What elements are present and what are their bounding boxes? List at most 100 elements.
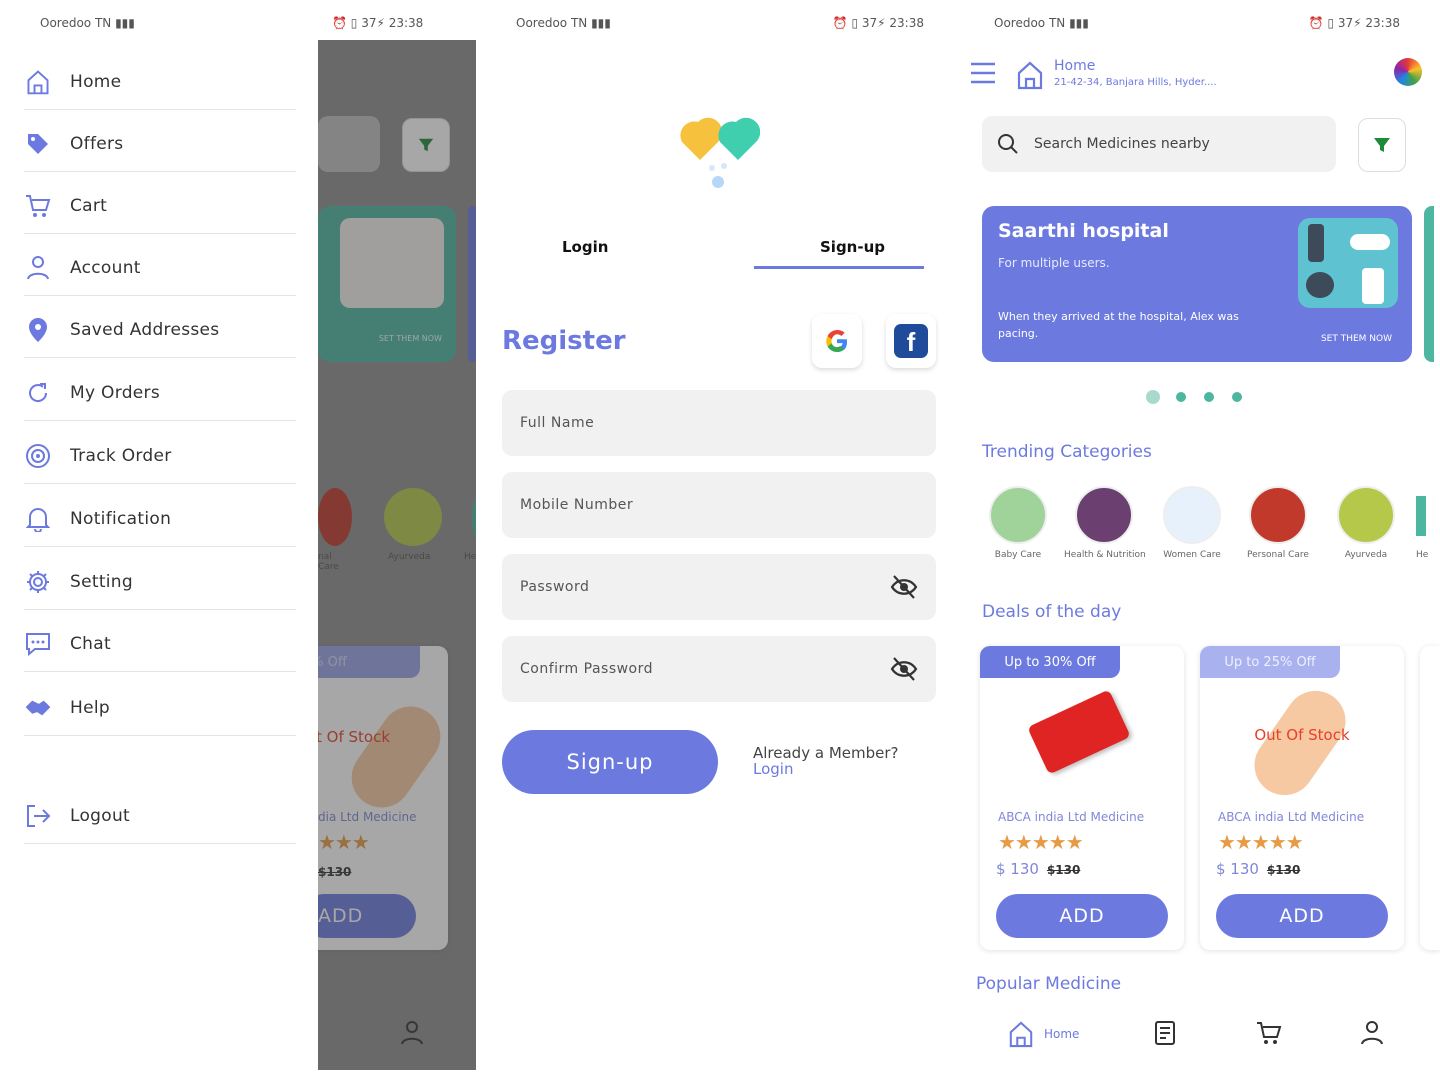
eye-off-icon[interactable] (890, 656, 918, 682)
next-deal-card-edge (1420, 646, 1440, 950)
drawer-item-setting[interactable]: Setting (24, 554, 296, 610)
rating-stars: ★★★★★ (1218, 830, 1304, 854)
orders-icon (1155, 1021, 1175, 1045)
header-address[interactable]: 21-42-34, Banjara Hills, Hyder.... (1054, 77, 1217, 88)
drawer-item-help[interactable]: Help (24, 680, 296, 736)
bell-icon (24, 505, 52, 533)
banner-text: When they arrived at the hospital, Alex … (998, 310, 1239, 340)
logout-button[interactable]: Logout (24, 788, 296, 844)
home-icon (1016, 60, 1044, 94)
google-icon (826, 329, 847, 352)
drawer-item-cart[interactable]: Cart (24, 178, 296, 234)
deal-card[interactable]: Up to 25% Off Out Of Stock ABCA india Lt… (1200, 646, 1404, 950)
chat-icon (24, 630, 52, 658)
category-label: Baby Care (994, 550, 1042, 560)
category-personal-care[interactable]: Personal Care (1238, 486, 1318, 560)
status-time: ⏰ ▯ 37⚡ 23:38 (1308, 16, 1400, 30)
full-name-placeholder: Full Name (520, 415, 595, 431)
carrier-label: Ooredoo TN ▮▮▮ (994, 16, 1089, 30)
out-of-stock-label: Out Of Stock (1254, 726, 1350, 744)
carrier-label: Ooredoo TN ▮▮▮ (40, 16, 135, 30)
drawer-item-label: Offers (70, 133, 124, 154)
baby-care-image (989, 486, 1047, 544)
facebook-icon: f (894, 324, 928, 358)
facebook-login-button[interactable]: f (886, 314, 936, 368)
drawer-item-account[interactable]: Account (24, 240, 296, 296)
drawer-item-label: Account (70, 257, 141, 278)
category-label: He (1416, 550, 1429, 560)
mobile-number-field[interactable]: Mobile Number (502, 472, 936, 538)
tab-signup[interactable]: Sign-up (820, 238, 885, 256)
drawer-item-label: Cart (70, 195, 108, 216)
drawer-screen: SET THEM NOW nal Care Ayurveda He % Off … (0, 0, 476, 1079)
deal-badge: Up to 25% Off (1200, 646, 1340, 678)
banner-cta[interactable]: SET THEM NOW (1321, 334, 1392, 344)
carousel-dot[interactable] (1146, 390, 1160, 404)
drawer-item-saved-addresses[interactable]: Saved Addresses (24, 302, 296, 358)
product-name: ABCA india Ltd Medicine (998, 810, 1145, 824)
scrim[interactable] (318, 40, 476, 1070)
promo-banner[interactable]: Saarthi hospital For multiple users. Whe… (982, 206, 1412, 362)
drawer-item-label: Home (70, 71, 122, 92)
full-name-field[interactable]: Full Name (502, 390, 936, 456)
rating-stars: ★★★★★ (998, 830, 1084, 854)
drawer-item-label: Help (70, 697, 110, 718)
tab-login[interactable]: Login (562, 238, 608, 256)
category-label: Ayurveda (1344, 550, 1388, 560)
confirm-password-field[interactable]: Confirm Password (502, 636, 936, 702)
filter-icon (1374, 138, 1390, 152)
register-screen: Ooredoo TN ▮▮▮ ⏰ ▯ 37⚡ 23:38 Login Sign-… (476, 0, 954, 1079)
handshake-icon (24, 694, 52, 722)
header-title: Home (1054, 58, 1096, 74)
password-field[interactable]: Password (502, 554, 936, 620)
deal-badge: Up to 30% Off (980, 646, 1120, 678)
category-baby-care[interactable]: Baby Care (978, 486, 1058, 560)
category-label: Personal Care (1247, 550, 1309, 560)
deals-title: Deals of the day (982, 602, 1122, 622)
carousel-dot[interactable] (1232, 392, 1242, 402)
drawer-item-notification[interactable]: Notification (24, 491, 296, 547)
banner-subtitle: For multiple users. (998, 256, 1110, 270)
home-icon (24, 68, 52, 96)
login-link[interactable]: Login (753, 760, 793, 778)
add-button[interactable]: ADD (1216, 894, 1388, 938)
drawer-item-my-orders[interactable]: My Orders (24, 365, 296, 421)
search-placeholder: Search Medicines nearby (1034, 136, 1210, 152)
add-button[interactable]: ADD (996, 894, 1168, 938)
signup-button[interactable]: Sign-up (502, 730, 718, 794)
category-health-nutrition[interactable]: Health & Nutrition (1064, 486, 1146, 560)
category-ayurveda[interactable]: Ayurveda (1326, 486, 1406, 560)
category-women-care[interactable]: Women Care (1152, 486, 1232, 560)
category-label: Women Care (1163, 550, 1221, 560)
carousel-dot[interactable] (1176, 392, 1186, 402)
menu-icon[interactable] (970, 62, 996, 88)
google-login-button[interactable] (812, 314, 862, 368)
tab-indicator (754, 266, 924, 269)
next-banner-edge (1424, 206, 1434, 362)
confirm-password-placeholder: Confirm Password (520, 661, 654, 677)
drawer-item-home[interactable]: Home (24, 54, 296, 110)
drawer-item-offers[interactable]: Offers (24, 116, 296, 172)
deal-card[interactable]: Up to 30% Off ABCA india Ltd Medicine ★★… (980, 646, 1184, 950)
nav-account[interactable] (1360, 1020, 1384, 1046)
dimmed-home-overlay[interactable]: SET THEM NOW nal Care Ayurveda He % Off … (318, 40, 476, 1070)
carousel-dot[interactable] (1204, 392, 1214, 402)
nav-home[interactable]: Home (1008, 1020, 1079, 1048)
drawer-item-track-order[interactable]: Track Order (24, 428, 296, 484)
search-input[interactable]: Search Medicines nearby (982, 116, 1336, 172)
navigation-drawer: Ooredoo TN ▮▮▮ ⏰ ▯ 37⚡ 23:38 Home Offers C… (0, 0, 423, 1079)
cart-icon (24, 192, 52, 220)
drawer-item-label: Setting (70, 571, 133, 592)
password-placeholder: Password (520, 579, 590, 595)
map-pin-icon (24, 316, 52, 344)
pill-strip-image (1027, 689, 1131, 775)
drawer-item-chat[interactable]: Chat (24, 616, 296, 672)
product-name: ABCA india Ltd Medicine (1218, 810, 1365, 824)
nav-cart[interactable] (1256, 1020, 1282, 1046)
popular-title: Popular Medicine (976, 974, 1122, 994)
category-partial[interactable]: He (1416, 486, 1440, 560)
eye-off-icon[interactable] (890, 574, 918, 600)
filter-button[interactable] (1358, 118, 1406, 172)
avatar[interactable] (1394, 58, 1422, 86)
nav-orders[interactable] (1154, 1020, 1178, 1046)
